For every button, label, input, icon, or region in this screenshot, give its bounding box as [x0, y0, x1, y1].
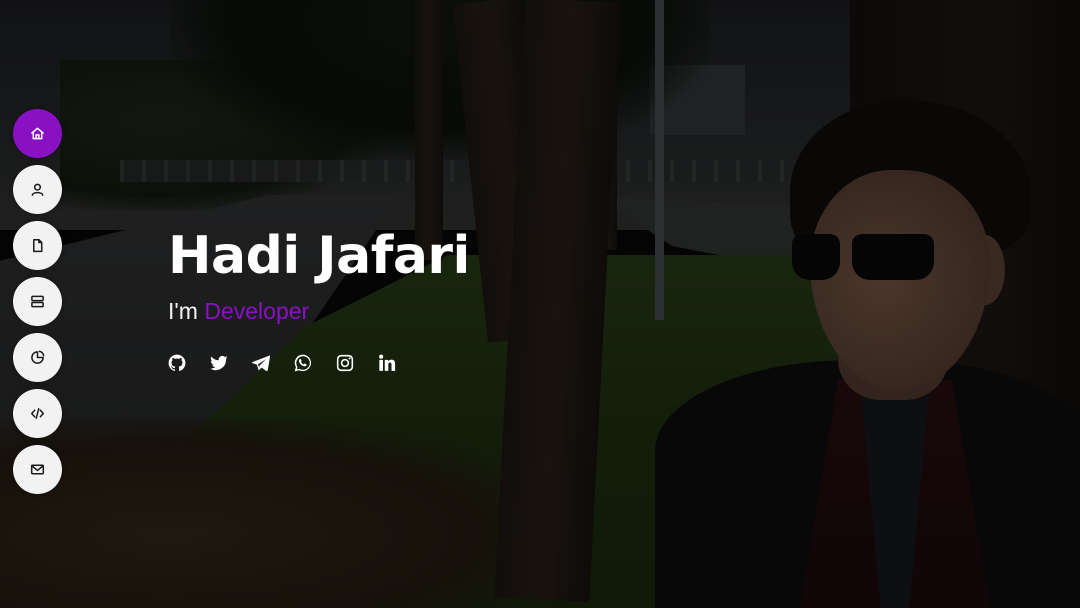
nav-resume-button[interactable]	[13, 221, 62, 270]
instagram-icon	[336, 354, 354, 372]
chart-pie-icon	[31, 350, 45, 364]
hero-role: Developer	[204, 298, 310, 324]
server-icon	[31, 295, 44, 308]
instagram-link[interactable]	[336, 354, 354, 372]
twitter-link[interactable]	[210, 354, 228, 372]
telegram-icon	[252, 355, 270, 372]
home-icon	[31, 127, 44, 140]
nav-home-button[interactable]	[13, 109, 62, 158]
github-link[interactable]	[168, 354, 186, 372]
nav-portfolio-button[interactable]	[13, 389, 62, 438]
hero-prefix: I'm	[168, 298, 198, 324]
nav-services-button[interactable]	[13, 277, 62, 326]
hero-content: Hadi Jafari I'm Developer	[168, 224, 470, 326]
whatsapp-link[interactable]	[294, 354, 312, 372]
linkedin-icon	[379, 354, 396, 371]
whatsapp-icon	[294, 354, 312, 372]
user-icon	[31, 183, 44, 196]
telegram-link[interactable]	[252, 354, 270, 372]
hero-name: Hadi Jafari	[168, 226, 470, 286]
file-icon	[33, 238, 43, 253]
side-nav	[13, 109, 62, 494]
social-links	[168, 354, 396, 372]
nav-contact-button[interactable]	[13, 445, 62, 494]
nav-skills-button[interactable]	[13, 333, 62, 382]
linkedin-link[interactable]	[378, 354, 396, 372]
nav-about-button[interactable]	[13, 165, 62, 214]
hero-section: Hadi Jafari I'm Developer	[0, 0, 1080, 608]
hero-subtitle: I'm Developer	[168, 296, 470, 326]
code-icon	[30, 408, 45, 419]
github-icon	[168, 354, 186, 372]
twitter-icon	[210, 355, 228, 371]
background-photo	[0, 0, 1080, 608]
envelope-icon	[30, 464, 45, 475]
